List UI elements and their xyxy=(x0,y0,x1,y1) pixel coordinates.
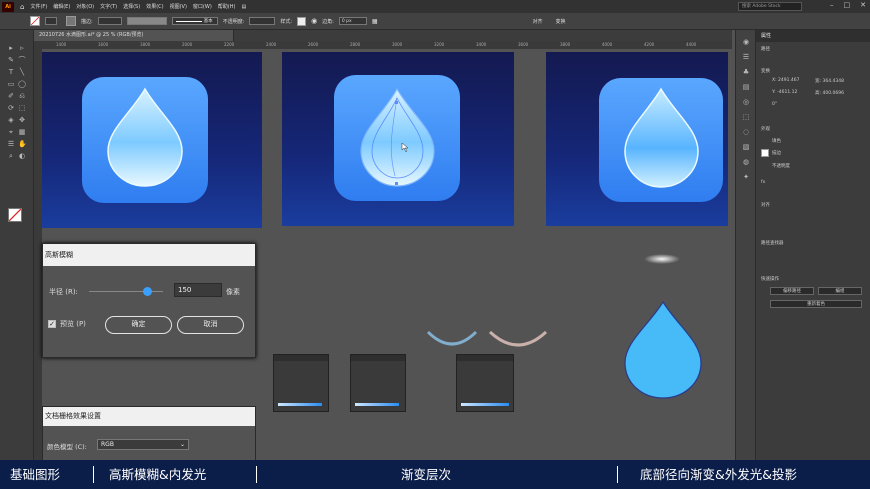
water-drop-1[interactable] xyxy=(107,87,183,187)
caption-divider xyxy=(617,466,618,483)
properties-tab[interactable]: 属性 xyxy=(756,30,870,42)
shadow-arc-2[interactable] xyxy=(488,330,548,347)
fill-label: 填色 xyxy=(772,139,781,144)
radius-slider-thumb[interactable] xyxy=(142,287,152,296)
caption-radial-glow-shadow: 底部径向渐变&外发光&投影 xyxy=(640,467,797,482)
quick-actions-section: 快速操作 xyxy=(761,277,779,282)
stroke-label: 描边 xyxy=(772,151,781,156)
radius-label: 半径 (R): xyxy=(49,288,78,296)
x-value[interactable]: 2491.467 xyxy=(778,78,799,83)
transform-section: 变换 xyxy=(761,69,770,74)
stroke-icon[interactable]: ◌ xyxy=(742,128,750,136)
transparency-icon[interactable]: ⬚ xyxy=(742,113,750,121)
path-label: 路径 xyxy=(761,47,770,52)
mini-panel-2[interactable] xyxy=(350,354,406,412)
cancel-button[interactable]: 取消 xyxy=(177,316,244,334)
caption-gradient-layers: 渐变层次 xyxy=(401,467,452,482)
swatches-icon[interactable]: ▤ xyxy=(742,83,750,91)
angle-field[interactable]: 0° xyxy=(772,102,777,107)
water-drop-3[interactable] xyxy=(624,87,699,188)
h-field: 高: 400.0696 xyxy=(815,91,844,96)
ok-button[interactable]: 确定 xyxy=(105,316,172,334)
symbols-icon[interactable]: ◍ xyxy=(742,158,750,166)
radius-input[interactable]: 150 xyxy=(174,283,222,297)
raster-effects-dialog: 文档栅格效果设置 颜色模型 (C): RGB ⌄ xyxy=(42,406,256,466)
x-field: X: 2491.467 xyxy=(772,78,800,83)
color-model-select[interactable]: RGB ⌄ xyxy=(97,439,189,450)
h-value[interactable]: 400.0696 xyxy=(822,91,843,96)
caption-gaussian-blur: 高斯模糊&内发光 xyxy=(109,467,207,482)
gradient-icon[interactable]: ▧ xyxy=(742,143,750,151)
caption-basic-shape: 基础图形 xyxy=(10,467,61,482)
radius-slider[interactable] xyxy=(89,291,163,292)
appearance-icon[interactable]: ◎ xyxy=(742,98,750,106)
libraries-icon[interactable]: ♣ xyxy=(742,68,750,76)
group-button[interactable]: 编组 xyxy=(818,287,862,295)
preview-checkbox[interactable]: ✓ xyxy=(48,320,56,328)
y-field: Y: -4611.12 xyxy=(772,90,798,95)
dialog-title: 文档栅格效果设置 xyxy=(43,407,255,426)
dialog-title: 高斯模糊 xyxy=(43,244,255,266)
mini-panel-1[interactable] xyxy=(273,354,329,412)
panel-icon-strip: ◉ ☰ ♣ ▤ ◎ ⬚ ◌ ▧ ◍ ✦ xyxy=(735,30,755,460)
mini-panel-3[interactable] xyxy=(456,354,514,412)
caption-banner: 基础图形 高斯模糊&内发光 渐变层次 底部径向渐变&外发光&投影 xyxy=(0,460,870,489)
y-value[interactable]: -4611.12 xyxy=(777,90,797,95)
shadow-arc-1[interactable] xyxy=(426,330,478,346)
recolor-button[interactable]: 重新着色 xyxy=(770,300,862,308)
water-drop-2[interactable] xyxy=(360,87,435,187)
gaussian-blur-dialog: 高斯模糊 半径 (R): 150 像素 ✓ 预览 (P) 确定 取消 xyxy=(42,243,256,358)
caption-divider xyxy=(93,466,94,483)
layers-icon[interactable]: ☰ xyxy=(742,53,750,61)
properties-panel: 属性 路径 变换 X: 2491.467 宽: 364.4348 Y: -461… xyxy=(755,30,870,460)
appearance-section: 外观 xyxy=(761,127,770,132)
align-section: 对齐 xyxy=(761,203,770,208)
fx-icon[interactable]: fx xyxy=(761,180,765,185)
stroke-swatch[interactable] xyxy=(761,149,769,157)
chevron-down-icon: ⌄ xyxy=(179,441,185,448)
radius-unit: 像素 xyxy=(226,288,240,296)
glow-ellipse[interactable] xyxy=(644,254,680,264)
w-value[interactable]: 364.4348 xyxy=(822,79,843,84)
w-field: 宽: 364.4348 xyxy=(815,79,844,84)
opacity-label: 不透明度 xyxy=(772,164,790,169)
offset-path-button[interactable]: 偏移路径 xyxy=(770,287,814,295)
color-icon[interactable]: ◉ xyxy=(742,38,750,46)
pathfinder-section: 路径查找器 xyxy=(761,241,784,246)
brushes-icon[interactable]: ✦ xyxy=(742,173,750,181)
caption-divider xyxy=(256,466,257,483)
base-water-drop[interactable] xyxy=(624,300,702,399)
preview-label: 预览 (P) xyxy=(60,320,86,328)
color-model-label: 颜色模型 (C): xyxy=(47,443,87,451)
